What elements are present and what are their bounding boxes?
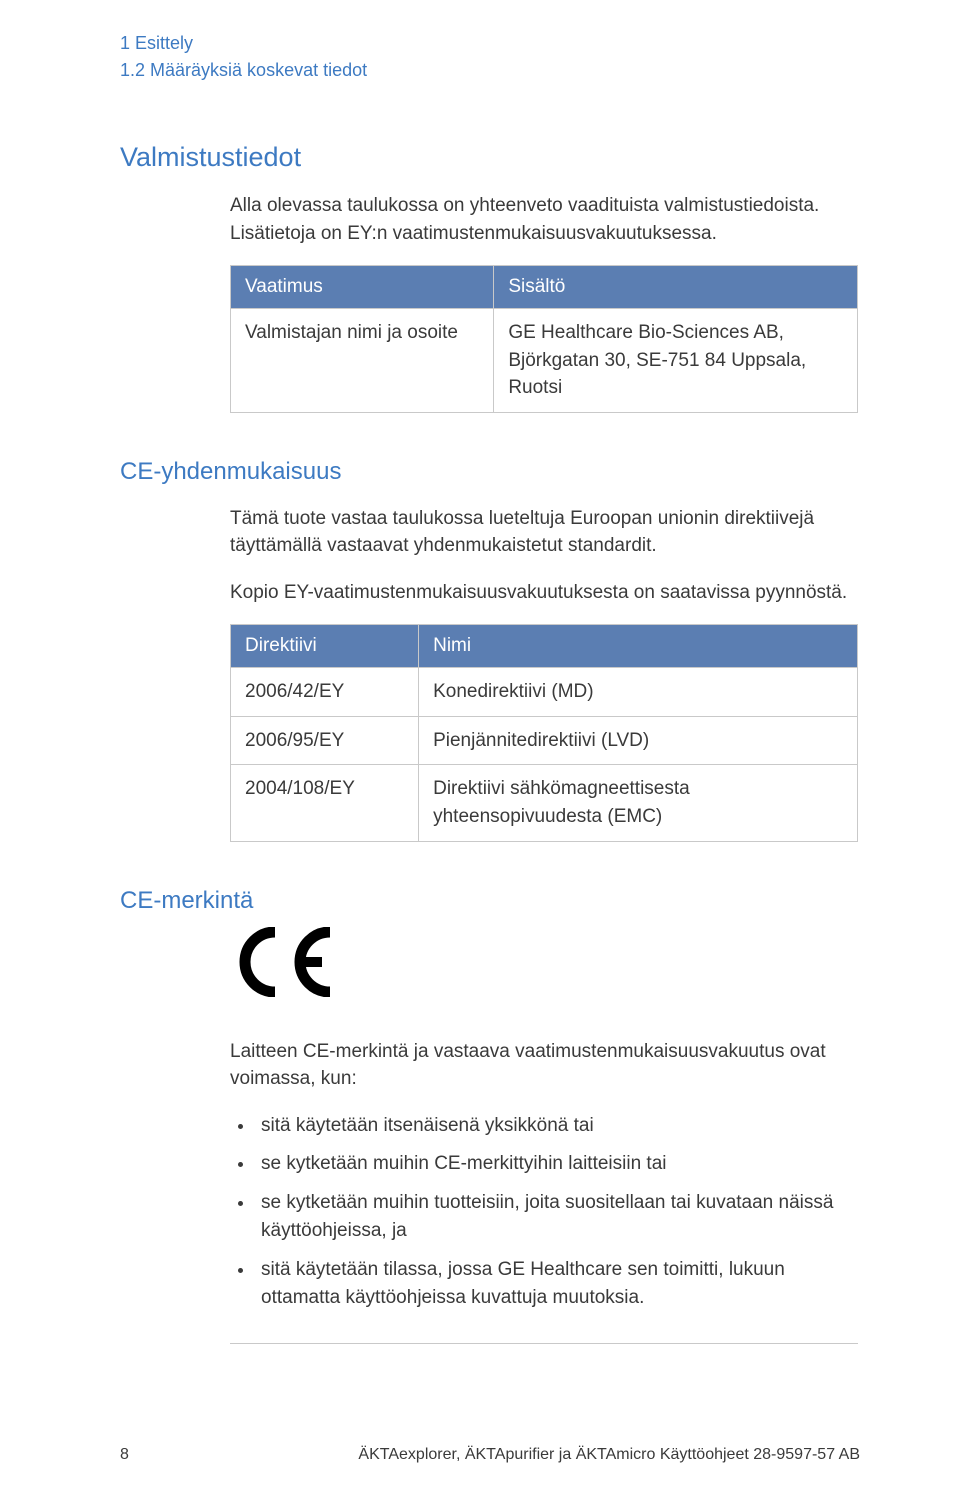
td-direktiivi: 2006/42/EY [231,668,419,717]
list-item: se kytketään muihin tuotteisiin, joita s… [255,1189,860,1246]
footer: 8 ÄKTAexplorer, ÄKTApurifier ja ÄKTAmicr… [0,1446,960,1464]
breadcrumb: 1 Esittely 1.2 Määräyksiä koskevat tiedo… [120,30,860,84]
separator [230,1343,858,1344]
th-direktiivi: Direktiivi [231,625,419,668]
breadcrumb-line-2: 1.2 Määräyksiä koskevat tiedot [120,57,860,84]
table-row: Valmistajan nimi ja osoite GE Healthcare… [231,309,858,413]
table-row: 2006/95/EY Pienjännitedirektiivi (LVD) [231,716,858,765]
ce-yhden-table: Direktiivi Nimi 2006/42/EY Konedirektiiv… [230,624,858,841]
th-sisalto: Sisältö [494,266,858,309]
td-sisalto: GE Healthcare Bio-Sciences AB, Björkgata… [494,309,858,413]
page-number: 8 [120,1446,129,1464]
table-header-row: Direktiivi Nimi [231,625,858,668]
breadcrumb-line-1: 1 Esittely [120,30,860,57]
valmistustiedot-intro: Alla olevassa taulukossa on yhteenveto v… [230,192,860,247]
doc-ref: ÄKTAexplorer, ÄKTApurifier ja ÄKTAmicro … [358,1446,860,1464]
section-title-valmistustiedot: Valmistustiedot [120,142,860,173]
th-vaatimus: Vaatimus [231,266,494,309]
table-header-row: Vaatimus Sisältö [231,266,858,309]
th-nimi: Nimi [419,625,858,668]
ce-mark-icon [230,927,860,1013]
page: 1 Esittely 1.2 Määräyksiä koskevat tiedo… [0,0,960,1499]
section-title-ce-yhdenmukaisuus: CE-yhdenmukaisuus [120,458,860,486]
table-row: 2006/42/EY Konedirektiivi (MD) [231,668,858,717]
list-item: sitä käytetään tilassa, jossa GE Healthc… [255,1256,860,1313]
ce-yhden-intro: Tämä tuote vastaa taulukossa lueteltuja … [230,505,860,560]
td-nimi: Konedirektiivi (MD) [419,668,858,717]
ce-merkinta-intro: Laitteen CE-merkintä ja vastaava vaatimu… [230,1038,860,1093]
td-direktiivi: 2006/95/EY [231,716,419,765]
td-vaatimus: Valmistajan nimi ja osoite [231,309,494,413]
td-nimi: Pienjännitedirektiivi (LVD) [419,716,858,765]
ce-yhden-intro2: Kopio EY-vaatimustenmukaisuusvakuutukses… [230,579,860,607]
table-row: 2004/108/EY Direktiivi sähkömagneettises… [231,765,858,841]
section-title-ce-merkinta: CE-merkintä [120,887,860,915]
td-direktiivi: 2004/108/EY [231,765,419,841]
valmistustiedot-table: Vaatimus Sisältö Valmistajan nimi ja oso… [230,265,858,413]
list-item: sitä käytetään itsenäisenä yksikkönä tai [255,1112,860,1141]
ce-mark-svg [230,927,340,997]
ce-merkinta-bullets: sitä käytetään itsenäisenä yksikkönä tai… [230,1112,860,1313]
list-item: se kytketään muihin CE-merkittyihin lait… [255,1150,860,1179]
td-nimi: Direktiivi sähkömagneettisesta yhteensop… [419,765,858,841]
